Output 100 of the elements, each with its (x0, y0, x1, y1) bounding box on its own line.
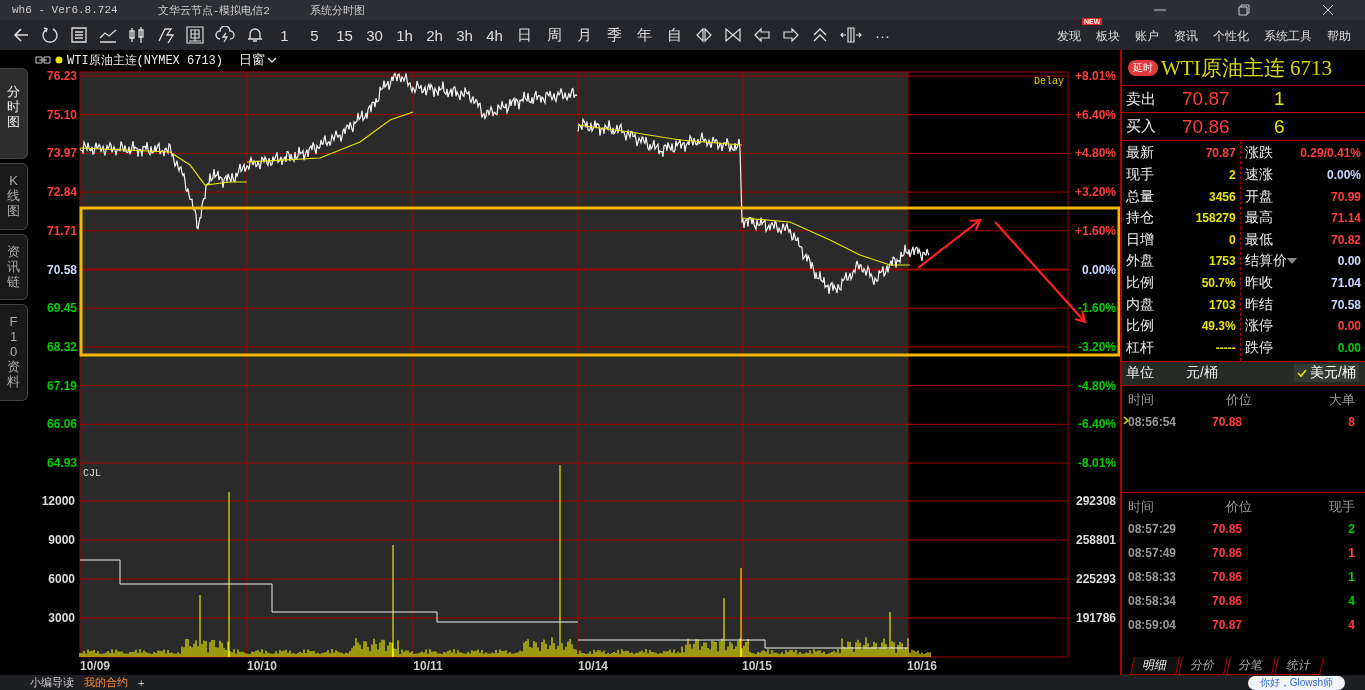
price-cell: 70.87 (1212, 618, 1243, 633)
period-button[interactable]: 月 (575, 25, 594, 45)
time-cell-text: 08:56:54 (1128, 414, 1178, 429)
volume-axis-label: 9000 (48, 533, 75, 547)
period-button[interactable]: 自 (665, 25, 684, 45)
menu-item[interactable]: 发现 (1057, 27, 1081, 45)
stat-label: 总量 (1126, 187, 1154, 206)
stat-label: 内盘 (1126, 295, 1154, 314)
grid-icon[interactable] (186, 26, 204, 44)
more-button[interactable]: ··· (873, 26, 892, 44)
percent-axis-label: +8.01% (1074, 70, 1116, 83)
side-tab[interactable]: F10资料 (0, 304, 28, 402)
period-button[interactable]: 5 (305, 26, 324, 44)
menu-item[interactable]: 帮助 (1327, 27, 1351, 45)
candlestick-icon[interactable] (128, 26, 146, 44)
quote-title: WTI原油主连 6713 (1161, 54, 1332, 82)
detail-tab[interactable]: 明细 (1130, 657, 1180, 675)
stat-label: 比例 (1126, 317, 1154, 336)
time-cell-text: 08:57:49 (1128, 546, 1178, 561)
unit-option[interactable]: 元/桶 (1186, 364, 1218, 383)
stat-label: 日增 (1126, 230, 1154, 249)
percent-axis-label: +3.20% (1074, 185, 1116, 200)
bowtie-icon[interactable] (724, 26, 742, 44)
size-cell: 2 (1348, 522, 1355, 537)
side-tab[interactable]: 资讯链 (0, 233, 28, 301)
menu-item[interactable]: 板块 (1096, 27, 1120, 45)
price-cell: 70.85 (1212, 522, 1243, 537)
price-axis-label: 72.84 (46, 185, 77, 200)
price-axis-label: 70.58 (46, 262, 77, 277)
menu-item[interactable]: 资讯 (1174, 27, 1198, 45)
dropdown-icon[interactable] (1286, 258, 1297, 265)
size-cell: 1 (1348, 546, 1355, 561)
period-button[interactable]: 1 (275, 26, 294, 44)
left-arrow-icon[interactable] (753, 26, 771, 44)
date-label: 10/11 (413, 659, 443, 673)
stat-value: 71.14 (1330, 211, 1361, 226)
window-dropdown[interactable]: 日窗 (239, 51, 278, 69)
period-button[interactable]: 季 (605, 25, 624, 45)
menu-item[interactable]: 系统工具 (1264, 27, 1312, 45)
stat-label: 杠杆 (1126, 338, 1154, 357)
add-tab-button[interactable]: + (138, 676, 145, 689)
period-button[interactable]: 日 (515, 25, 534, 45)
delay-label: Delay (1034, 76, 1064, 87)
period-button[interactable]: 3h (455, 26, 474, 44)
chevron-down-icon (267, 56, 278, 64)
stat-label: 最新 (1126, 144, 1154, 163)
price-axis-label: 73.97 (46, 146, 77, 161)
order-quantity: 6 (1274, 115, 1285, 138)
period-button[interactable]: 1h (395, 26, 414, 44)
period-button[interactable]: 2h (425, 26, 444, 44)
stat-label: 开盘 (1244, 187, 1273, 206)
split-diamond-icon[interactable] (695, 26, 713, 44)
bottom-tab[interactable]: 我的合约 (84, 675, 128, 690)
size-cell: 4 (1348, 594, 1355, 609)
stat-value: 71.04 (1330, 276, 1361, 290)
unit-option[interactable]: 美元/桶 (1294, 364, 1359, 383)
close-icon[interactable] (1321, 3, 1335, 17)
time-cell-text: 08:59:04 (1128, 618, 1178, 633)
stat-label: 结算价 (1244, 252, 1287, 271)
percent-axis-label: +1.60% (1074, 223, 1116, 238)
status-dot-icon (55, 56, 63, 64)
volume-axis-label: 6000 (48, 572, 75, 586)
split-arrows-icon[interactable] (840, 26, 862, 44)
double-chevron-up-icon[interactable] (811, 26, 829, 44)
date-label: 10/14 (578, 659, 608, 673)
side-tab[interactable]: 分时图 (0, 68, 28, 159)
percent-axis-label: -4.80% (1077, 378, 1116, 393)
percent-axis-label: 0.00% (1081, 262, 1116, 277)
stat-value: 50.7% (1201, 276, 1236, 290)
price-cell: 70.86 (1212, 594, 1243, 609)
stat-label: 最低 (1244, 230, 1273, 249)
bell-icon[interactable] (246, 26, 264, 44)
period-button[interactable]: 周 (545, 25, 564, 45)
side-tab[interactable]: K线图 (0, 162, 28, 230)
date-label: 10/10 (247, 659, 277, 673)
cloud-lightning-icon[interactable] (215, 26, 235, 44)
period-button[interactable]: 30 (365, 26, 384, 44)
percent-axis-label: -6.40% (1077, 417, 1116, 432)
period-button[interactable]: 年 (635, 25, 654, 45)
menu-item[interactable]: 个性化 (1213, 27, 1249, 45)
menu-item[interactable]: 账户 (1135, 27, 1159, 45)
stat-value: 70.87 (1205, 146, 1236, 161)
bottom-tab[interactable]: 小编导读 (30, 675, 74, 690)
step-chart-icon[interactable] (157, 26, 175, 44)
stat-value: 0.29/0.41% (1300, 146, 1361, 161)
back-arrow-icon[interactable] (12, 26, 30, 44)
assistant-bubble[interactable]: 你好，Glowsh师 (1247, 675, 1345, 690)
period-button[interactable]: 15 (335, 26, 354, 44)
restore-icon[interactable] (1237, 3, 1251, 17)
interest-axis-label: 292308 (1075, 494, 1116, 508)
order-price: 70.86 (1182, 115, 1231, 138)
column-header: 时间 (1128, 390, 1154, 409)
right-arrow-icon[interactable] (782, 26, 800, 44)
link-icon[interactable] (35, 55, 51, 65)
stat-value: 158279 (1195, 211, 1236, 226)
period-button[interactable]: 4h (485, 26, 504, 44)
list-icon[interactable] (70, 26, 88, 44)
price-cell: 70.86 (1212, 546, 1243, 561)
date-label: 10/15 (742, 659, 772, 673)
refresh-icon[interactable] (41, 26, 59, 44)
